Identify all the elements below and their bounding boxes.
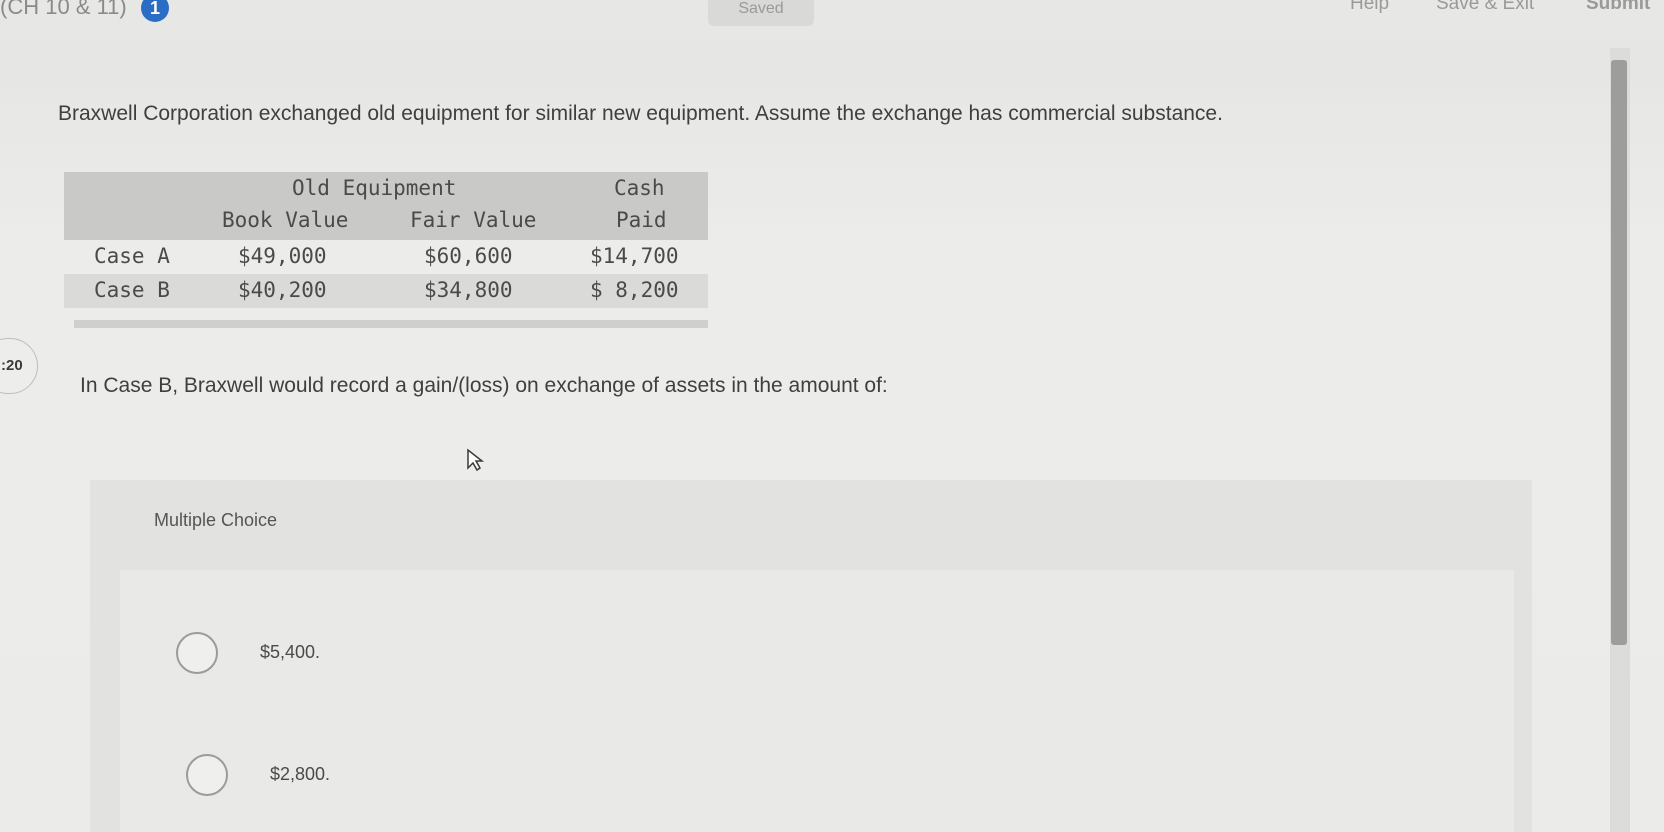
- choice-label: $5,400.: [260, 642, 321, 662]
- radio-button[interactable]: [176, 632, 218, 674]
- choice-option[interactable]: $5,400.: [176, 632, 776, 676]
- scrollbar-thumb[interactable]: [1611, 60, 1627, 645]
- table-bottom-rule: [74, 320, 708, 328]
- table-row: Case A $49,000 $60,600 $14,700: [64, 240, 708, 274]
- cash-paid-cell: $14,700: [590, 244, 679, 268]
- page: (CH 10 & 11) 1 Saved Help Save & Exit Su…: [0, 0, 1664, 832]
- header-cash: Cash: [614, 176, 665, 200]
- header-book-value: Book Value: [222, 208, 349, 232]
- row-label: Case B: [94, 278, 170, 302]
- mouse-cursor-icon: [467, 448, 484, 472]
- header-paid: Paid: [616, 208, 667, 232]
- question-text: In Case B, Braxwell would record a gain/…: [80, 374, 888, 397]
- table-header: Old Equipment Cash Book Value Fair Value…: [64, 172, 708, 240]
- submit-link[interactable]: Submit: [1586, 0, 1650, 15]
- question-prompt: Braxwell Corporation exchanged old equip…: [58, 102, 1223, 125]
- book-value-cell: $49,000: [238, 244, 327, 268]
- fair-value-cell: $60,600: [424, 244, 513, 268]
- choice-option[interactable]: $2,800.: [186, 754, 786, 798]
- multiple-choice-panel: Multiple Choice $5,400. $2,800.: [90, 480, 1532, 832]
- table-row: Case B $40,200 $34,800 $ 8,200: [64, 274, 708, 308]
- timer-tab[interactable]: :20: [0, 338, 38, 394]
- header-old-equipment: Old Equipment: [292, 176, 457, 200]
- top-bar: (CH 10 & 11) 1 Saved Help Save & Exit Su…: [0, 0, 1664, 40]
- choice-label: $2,800.: [270, 764, 331, 784]
- book-value-cell: $40,200: [238, 278, 327, 302]
- multiple-choice-title: Multiple Choice: [154, 510, 278, 530]
- equipment-table: Old Equipment Cash Book Value Fair Value…: [64, 172, 708, 328]
- row-label: Case A: [94, 244, 170, 268]
- save-exit-link[interactable]: Save & Exit: [1436, 0, 1534, 15]
- info-badge[interactable]: 1: [141, 0, 169, 22]
- saved-status: Saved: [708, 0, 814, 26]
- radio-button[interactable]: [186, 754, 228, 796]
- help-link[interactable]: Help: [1350, 0, 1389, 15]
- choices-list: $5,400. $2,800.: [120, 570, 1514, 832]
- cash-paid-cell: $ 8,200: [590, 278, 679, 302]
- assignment-title: (CH 10 & 11): [0, 0, 127, 19]
- timer-text: :20: [1, 357, 23, 374]
- header-fair-value: Fair Value: [410, 208, 537, 232]
- fair-value-cell: $34,800: [424, 278, 513, 302]
